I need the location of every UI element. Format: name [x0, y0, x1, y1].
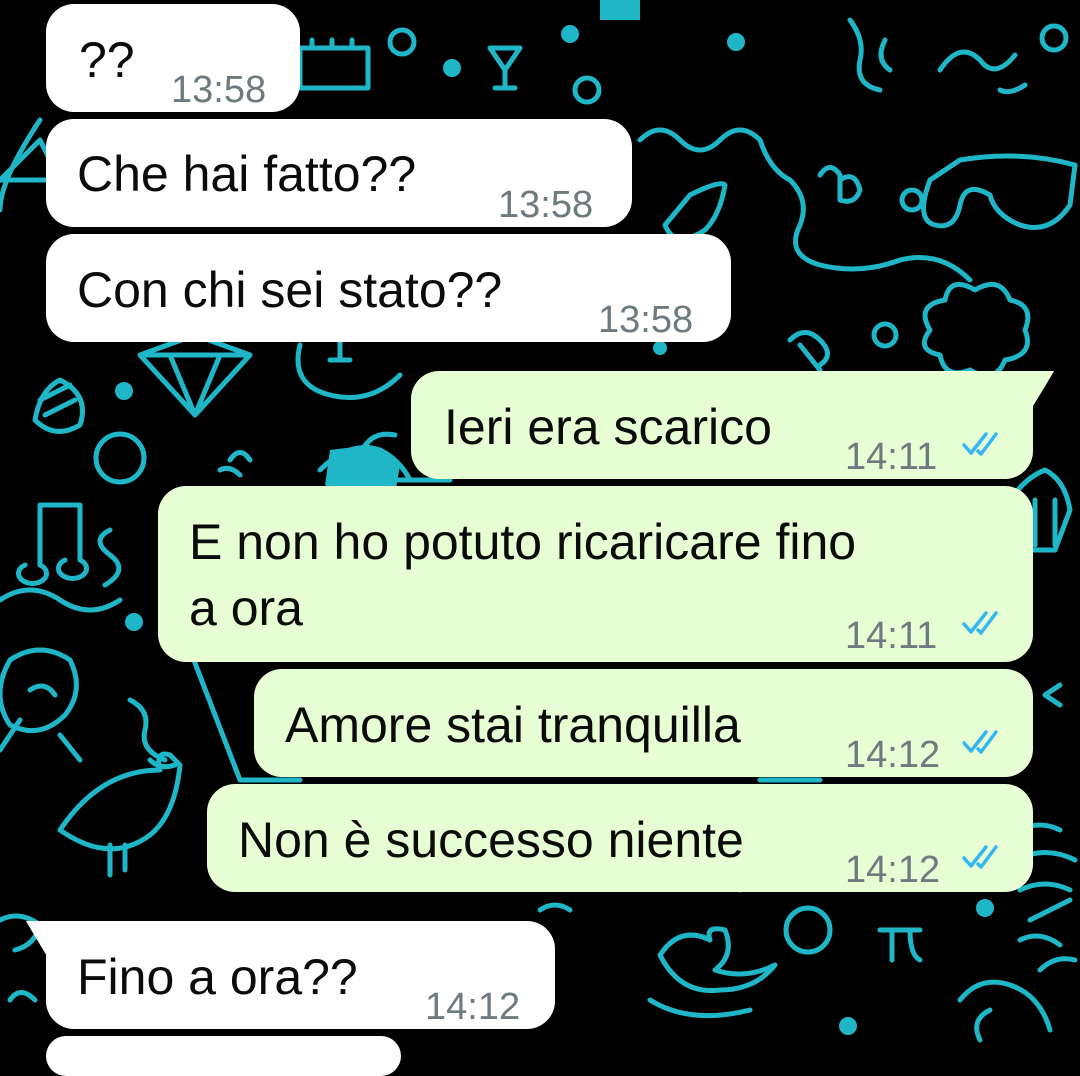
message-time: 14:12	[845, 849, 941, 891]
message-time: 13:58	[171, 69, 267, 111]
incoming-message-bubble[interactable]: Fino a ora?? 14:12	[46, 921, 555, 1029]
message-text: ??	[79, 32, 135, 88]
incoming-message-bubble[interactable]: ?? 13:58	[46, 4, 300, 112]
read-double-check-icon	[962, 730, 998, 754]
message-text: Fino a ora??	[77, 949, 358, 1005]
message-time: 14:11	[845, 436, 938, 478]
message-time: 14:12	[425, 986, 521, 1028]
message-text: Ieri era scarico	[444, 399, 772, 455]
outgoing-message-bubble[interactable]: Ieri era scarico 14:11	[411, 371, 1033, 479]
message-time: 13:58	[498, 184, 594, 226]
outgoing-message-bubble[interactable]: Amore stai tranquilla 14:12	[254, 669, 1033, 777]
message-time: 14:12	[845, 734, 941, 776]
message-time: 14:11	[845, 615, 938, 657]
read-double-check-icon	[962, 432, 998, 456]
outgoing-message-bubble[interactable]: E non ho potuto ricaricare fino a ora 14…	[158, 486, 1033, 662]
read-double-check-icon	[962, 611, 998, 635]
message-time: 13:58	[598, 299, 694, 341]
incoming-message-bubble[interactable]: Che hai fatto?? 13:58	[46, 119, 632, 227]
message-text: E non ho potuto ricaricare fino	[189, 514, 857, 570]
message-text: a ora	[189, 580, 303, 636]
message-text: Che hai fatto??	[77, 146, 417, 202]
message-text: Con chi sei stato??	[77, 262, 503, 318]
incoming-message-bubble[interactable]: Con chi sei stato?? 13:58	[46, 234, 731, 342]
message-text: Amore stai tranquilla	[285, 697, 741, 753]
incoming-message-bubble-partial[interactable]	[46, 1036, 401, 1076]
outgoing-message-bubble[interactable]: Non è successo niente 14:12	[207, 784, 1033, 892]
read-double-check-icon	[962, 845, 998, 869]
message-text: Non è successo niente	[238, 812, 744, 868]
